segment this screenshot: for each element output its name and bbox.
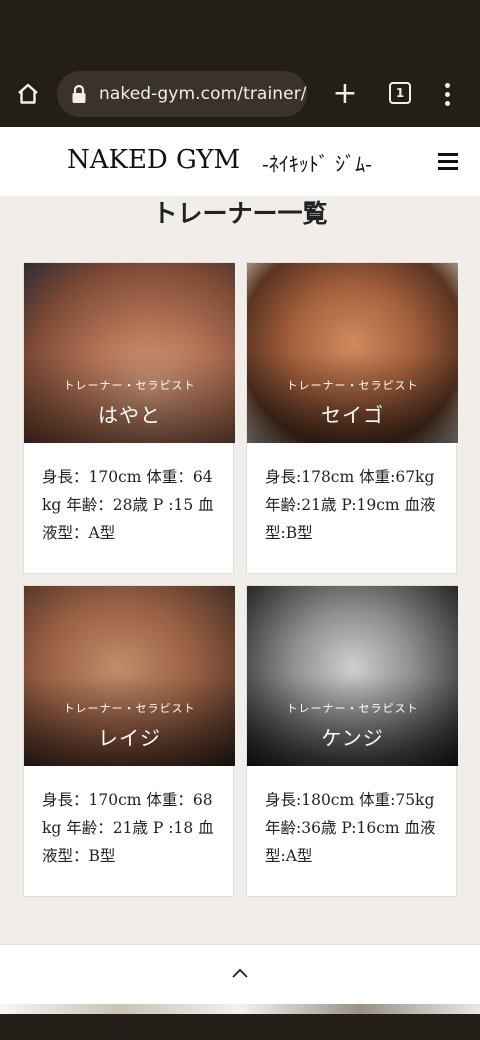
trainer-photo[interactable]: トレーナー・セラピスト ケンジ <box>247 586 458 766</box>
trainer-role: トレーナー・セラピスト <box>63 379 196 392</box>
plus-icon[interactable]: + <box>328 76 362 112</box>
trainer-role: トレーナー・セラピスト <box>286 702 419 715</box>
trainer-name: セイゴ <box>321 403 384 427</box>
trainer-list-section: トレーナー一覧 トレーナー・セラピスト はやと 身長：170cm 体重：64kg… <box>0 196 480 944</box>
trainer-card[interactable]: トレーナー・セラピスト はやと 身長：170cm 体重：64kg 年齢：28歳 … <box>23 262 235 574</box>
browser-toolbar: naked-gym.com/trainer/ + 1 <box>0 0 480 127</box>
more-vert-icon[interactable] <box>436 78 458 110</box>
site-logo-kana[interactable]: -ﾈｲｷｯﾄﾞ ｼﾞﾑ- <box>262 148 372 177</box>
address-bar[interactable]: naked-gym.com/trainer/ <box>57 71 307 117</box>
trainer-role: トレーナー・セラピスト <box>63 702 196 715</box>
trainer-name: ケンジ <box>321 726 384 750</box>
trainer-profile: 身長：170cm 体重：64kg 年齢：28歳 P :15 血液型：A型 <box>42 468 214 542</box>
hamburger-menu-icon[interactable] <box>438 153 458 170</box>
page-footer <box>0 944 480 1004</box>
trainer-role: トレーナー・セラピスト <box>286 379 419 392</box>
trainer-card[interactable]: トレーナー・セラピスト レイジ 身長：170cm 体重：68kg 年齢：21歳 … <box>23 585 235 897</box>
trainer-profile: 身長:178cm 体重:67kg 年齢:21歳 P:19cm 血液型:B型 <box>265 468 436 542</box>
trainer-profile: 身長:180cm 体重:75kg 年齢:36歳 P:16cm 血液型:A型 <box>265 791 436 865</box>
home-icon[interactable] <box>10 76 46 112</box>
chevron-up-icon[interactable] <box>228 963 252 983</box>
url-text: naked-gym.com/trainer/ <box>99 84 307 104</box>
trainer-name: レイジ <box>98 726 161 750</box>
trainer-photo[interactable]: トレーナー・セラピスト レイジ <box>24 586 235 766</box>
trainer-photo[interactable]: トレーナー・セラピスト はやと <box>24 263 235 443</box>
tab-switcher-icon[interactable]: 1 <box>389 82 411 104</box>
trainer-name: はやと <box>98 403 161 427</box>
page-title: トレーナー一覧 <box>152 199 328 228</box>
system-nav-bar <box>0 1014 480 1040</box>
site-header: NAKED GYM -ﾈｲｷｯﾄﾞ ｼﾞﾑ- <box>0 127 480 196</box>
site-logo[interactable]: NAKED GYM <box>67 145 240 175</box>
trainer-profile: 身長：170cm 体重：68kg 年齢：21歳 P :18 血液型：B型 <box>42 791 214 865</box>
footer-image-strip <box>0 1004 480 1014</box>
trainer-card[interactable]: トレーナー・セラピスト ケンジ 身長:180cm 体重:75kg 年齢:36歳 … <box>246 585 458 897</box>
trainer-photo[interactable]: トレーナー・セラピスト セイゴ <box>247 263 458 443</box>
trainer-card[interactable]: トレーナー・セラピスト セイゴ 身長:178cm 体重:67kg 年齢:21歳 … <box>246 262 458 574</box>
lock-icon <box>69 82 89 106</box>
